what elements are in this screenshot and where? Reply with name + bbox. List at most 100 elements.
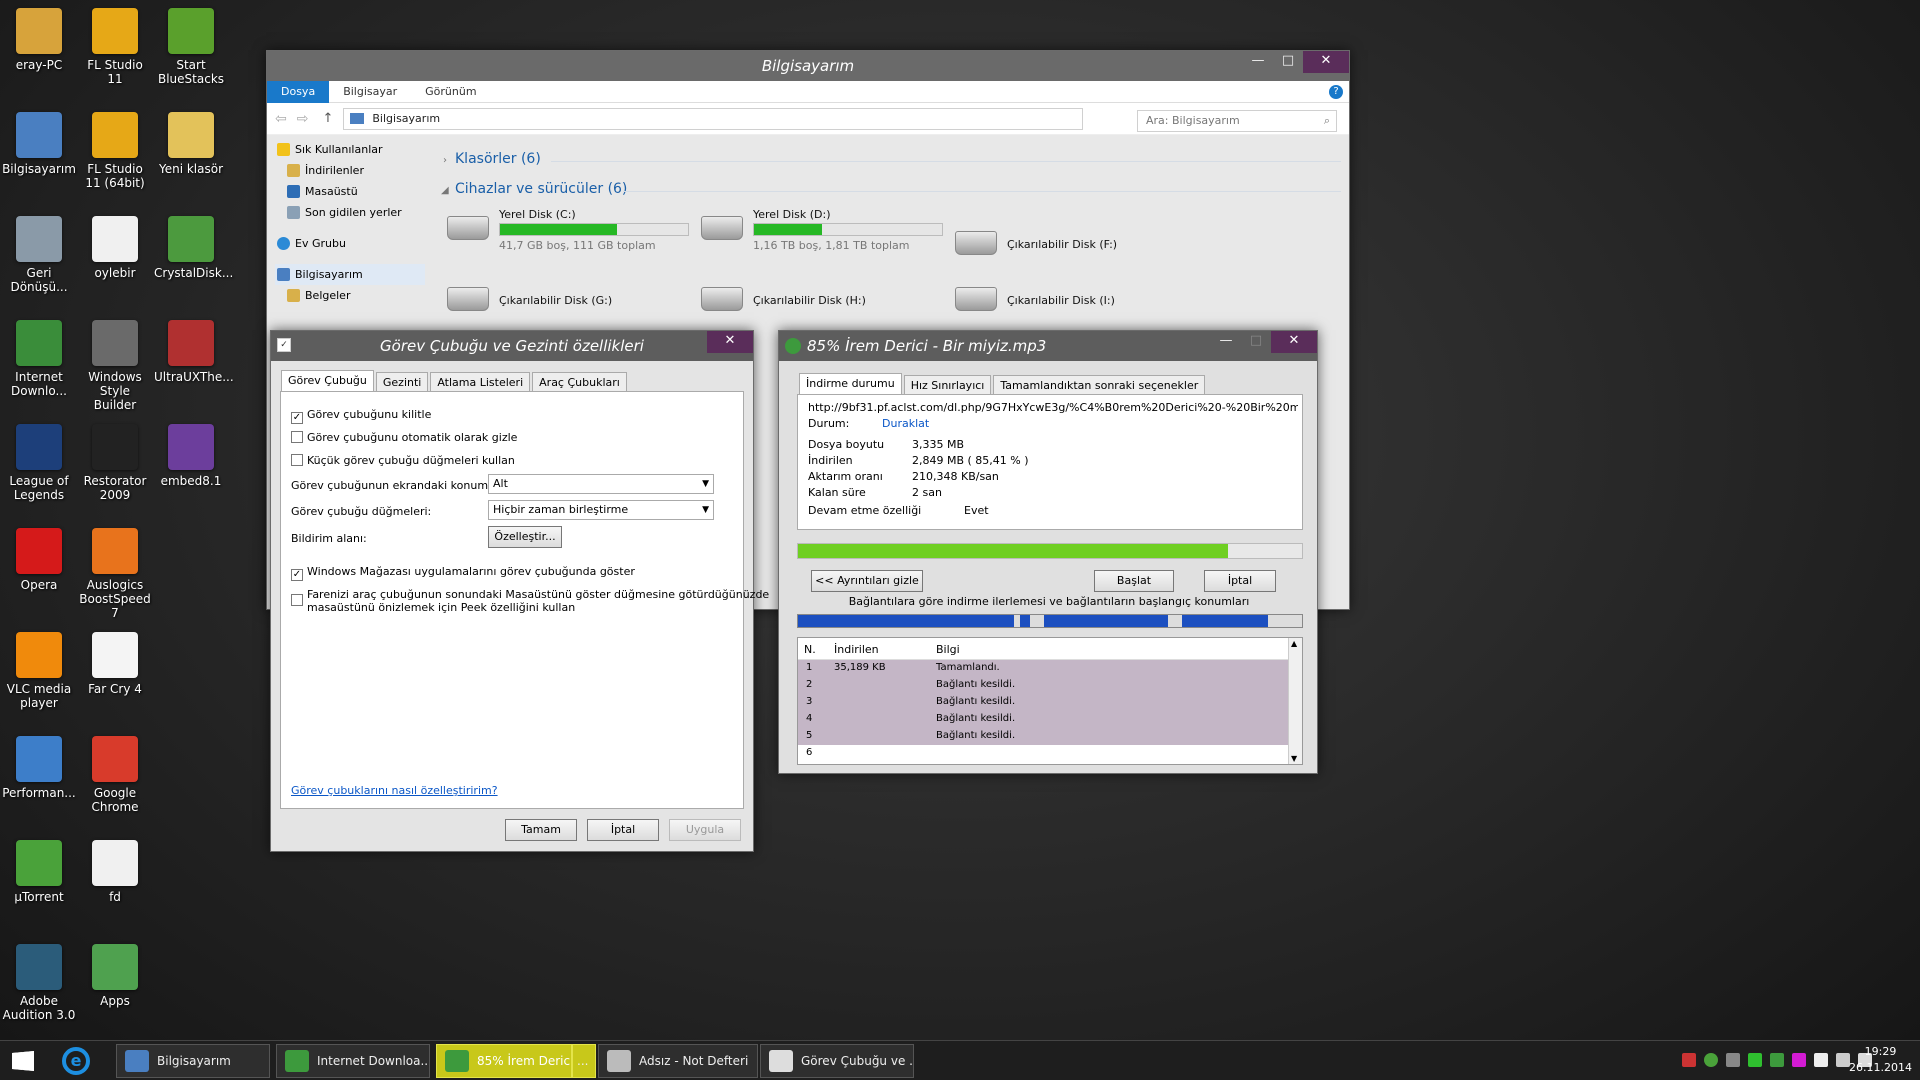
ok-button[interactable]: Tamam [505, 819, 577, 841]
search-input[interactable]: Ara: Bilgisayarım ⌕ [1137, 110, 1337, 132]
desktop-icon-1[interactable]: FL Studio 11 [78, 2, 152, 86]
table-row[interactable]: 5 Bağlantı kesildi. [798, 728, 1302, 745]
tab-toolbars[interactable]: Araç Çubukları [532, 372, 627, 391]
taskbar-button[interactable]: Bilgisayarım [116, 1044, 270, 1078]
help-icon[interactable]: ? [1329, 84, 1343, 99]
taskbar-button[interactable]: Internet Downloa... [276, 1044, 430, 1078]
drive-item[interactable]: Çıkarılabilir Disk (F:) [955, 223, 1205, 267]
desktop-icon-15[interactable]: Opera [2, 522, 76, 592]
download-tray-icon[interactable] [1770, 1053, 1784, 1067]
desktop-icon-20[interactable]: Google Chrome [78, 730, 152, 814]
desktop-icon-16[interactable]: Auslogics BoostSpeed 7 [78, 522, 152, 620]
action-center-icon[interactable] [1814, 1053, 1828, 1067]
utorrent-tray-icon[interactable] [1704, 1053, 1718, 1067]
nav-documents[interactable]: Belgeler [275, 285, 425, 306]
start-button[interactable] [8, 1047, 38, 1075]
customize-button[interactable]: Özelleştir... [488, 526, 562, 548]
hide-details-button[interactable]: << Ayrıntıları gizle [811, 570, 923, 592]
tab-taskbar[interactable]: Görev Çubuğu [281, 370, 374, 391]
taskbar-button[interactable]: Görev Çubuğu ve ... [760, 1044, 914, 1078]
table-scrollbar[interactable]: ▲ ▼ [1288, 638, 1302, 764]
minimize-button[interactable]: — [1243, 51, 1273, 73]
table-row[interactable]: 3 Bağlantı kesildi. [798, 694, 1302, 711]
desktop-icon-8[interactable]: CrystalDisk... [154, 210, 233, 280]
table-row[interactable]: 4 Bağlantı kesildi. [798, 711, 1302, 728]
maximize-button[interactable]: □ [1273, 51, 1303, 73]
drive-item[interactable]: Yerel Disk (D:) 1,16 TB boş, 1,81 TB topl… [701, 208, 951, 252]
desktop-icon-10[interactable]: Windows Style Builder [78, 314, 152, 412]
peek-checkbox[interactable]: Farenizi araç çubuğunun sonundaki Masaüs… [291, 588, 769, 614]
desktop-icon-19[interactable]: Performan... [2, 730, 76, 800]
connections-table[interactable]: N. İndirilen Bilgi 1 35,189 KB Tamamlandı.… [797, 637, 1303, 765]
drive-item[interactable]: Çıkarılabilir Disk (H:) [701, 279, 951, 323]
drive-item[interactable]: Çıkarılabilir Disk (I:) [955, 279, 1205, 323]
desktop-icon-5[interactable]: Yeni klasör [154, 106, 228, 176]
tab-navigation[interactable]: Gezinti [375, 372, 429, 391]
dialog-titlebar[interactable]: ✓ Görev Çubuğu ve Gezinti özellikleri ✕ [271, 331, 753, 361]
nav-desktop[interactable]: Masaüstü [275, 181, 425, 202]
explorer-titlebar[interactable]: Bilgisayarım — □ ✕ [267, 51, 1349, 81]
taskbar-properties-dialog[interactable]: ✓ Görev Çubuğu ve Gezinti özellikleri ✕ … [270, 330, 769, 852]
taskbar-button[interactable]: 85% İrem Derici [436, 1044, 572, 1078]
download-window[interactable]: 85% İrem Derici - Bir miyiz.mp3 — □ ✕ İn… [778, 330, 1318, 774]
location-select[interactable]: Alt ▼ [488, 474, 714, 494]
table-row[interactable]: 2 Bağlantı kesildi. [798, 677, 1302, 694]
folders-chevron-icon[interactable]: › [443, 155, 447, 166]
network-tray-icon[interactable] [1726, 1053, 1740, 1067]
drive-item[interactable]: Çıkarılabilir Disk (G:) [447, 279, 697, 323]
ribbon-tab-file[interactable]: Dosya [267, 80, 330, 103]
scroll-down-icon[interactable]: ▼ [1291, 754, 1297, 763]
clock[interactable]: 19:29 26.11.2014 [1849, 1044, 1912, 1076]
taskbar-option-checkbox[interactable]: Küçük görev çubuğu düğmeleri kullan [291, 454, 515, 467]
taskbar-button[interactable]: Adsız - Not Defteri [598, 1044, 758, 1078]
devices-group-header[interactable]: Cihazlar ve sürücüler (6) [455, 181, 627, 197]
devices-chevron-icon[interactable]: ◢ [441, 185, 449, 196]
desktop-icon-24[interactable]: Apps [78, 938, 152, 1008]
desktop-icon-0[interactable]: eray-PC [2, 2, 76, 72]
help-link[interactable]: Görev çubuklarını nasıl özelleştiririm? [291, 784, 498, 797]
desktop-icon-13[interactable]: Restorator 2009 [78, 418, 152, 502]
taskbar-button[interactable]: ... [572, 1044, 596, 1078]
tab-download-status[interactable]: İndirme durumu [799, 373, 902, 394]
power-tray-icon[interactable] [1836, 1053, 1850, 1067]
desktop-icon-18[interactable]: Far Cry 4 [78, 626, 152, 696]
desktop-icon-7[interactable]: oylebir [78, 210, 152, 280]
taskbar-option-checkbox[interactable]: ✓ Görev çubuğunu kilitle [291, 408, 431, 424]
desktop-icon-22[interactable]: fd [78, 834, 152, 904]
drive-item[interactable]: Yerel Disk (C:) 41,7 GB boş, 111 GB topla… [447, 208, 697, 252]
desktop-icon-4[interactable]: FL Studio 11 (64bit) [78, 106, 152, 190]
ribbon-tab-view[interactable]: Görünüm [411, 81, 490, 103]
nav-downloads[interactable]: İndirilenler [275, 160, 425, 181]
desktop-icon-11[interactable]: UltraUXThe... [154, 314, 234, 384]
store-apps-checkbox[interactable]: ✓ Windows Mağazası uygulamalarını görev ç… [291, 565, 635, 581]
tab-speed-limiter[interactable]: Hız Sınırlayıcı [903, 375, 992, 394]
desktop-icon-3[interactable]: Bilgisayarım [2, 106, 76, 176]
table-row[interactable]: 6 [798, 745, 1302, 762]
close-button[interactable]: ✕ [1303, 51, 1349, 73]
download-cancel-button[interactable]: İptal [1204, 570, 1276, 592]
desktop-icon-17[interactable]: VLC media player [2, 626, 76, 710]
table-row[interactable]: 1 35,189 KB Tamamlandı. [798, 660, 1302, 677]
volume-mute-icon[interactable] [1682, 1053, 1696, 1067]
back-icon[interactable]: ⇦ [275, 111, 287, 127]
nav-homegroup[interactable]: Ev Grubu [275, 233, 425, 254]
desktop-icon-2[interactable]: Start BlueStacks [154, 2, 228, 86]
download-maximize-button[interactable]: □ [1241, 331, 1271, 353]
desktop-icon-12[interactable]: League of Legends [2, 418, 76, 502]
up-icon[interactable]: ↑ [322, 111, 333, 126]
flag-tray-icon[interactable] [1748, 1053, 1762, 1067]
tab-after-complete[interactable]: Tamamlandıktan sonraki seçenekler [993, 375, 1206, 394]
scroll-up-icon[interactable]: ▲ [1291, 639, 1297, 648]
desktop-icon-9[interactable]: Internet Downlo... [2, 314, 76, 398]
download-titlebar[interactable]: 85% İrem Derici - Bir miyiz.mp3 — □ ✕ [779, 331, 1317, 361]
desktop-icon-6[interactable]: Geri Dönüşü... [2, 210, 76, 294]
nav-computer[interactable]: Bilgisayarım [275, 264, 425, 285]
dialog-close-button[interactable]: ✕ [707, 331, 753, 353]
nav-recent[interactable]: Son gidilen yerler [275, 202, 425, 223]
cancel-button[interactable]: İptal [587, 819, 659, 841]
apply-button[interactable]: Uygula [669, 819, 741, 841]
address-input[interactable]: Bilgisayarım [343, 107, 1084, 130]
buttons-select[interactable]: Hiçbir zaman birleştirme ▼ [488, 500, 714, 520]
nav-favorites[interactable]: Sık Kullanılanlar [275, 139, 425, 160]
folders-group-header[interactable]: Klasörler (6) [455, 151, 541, 167]
